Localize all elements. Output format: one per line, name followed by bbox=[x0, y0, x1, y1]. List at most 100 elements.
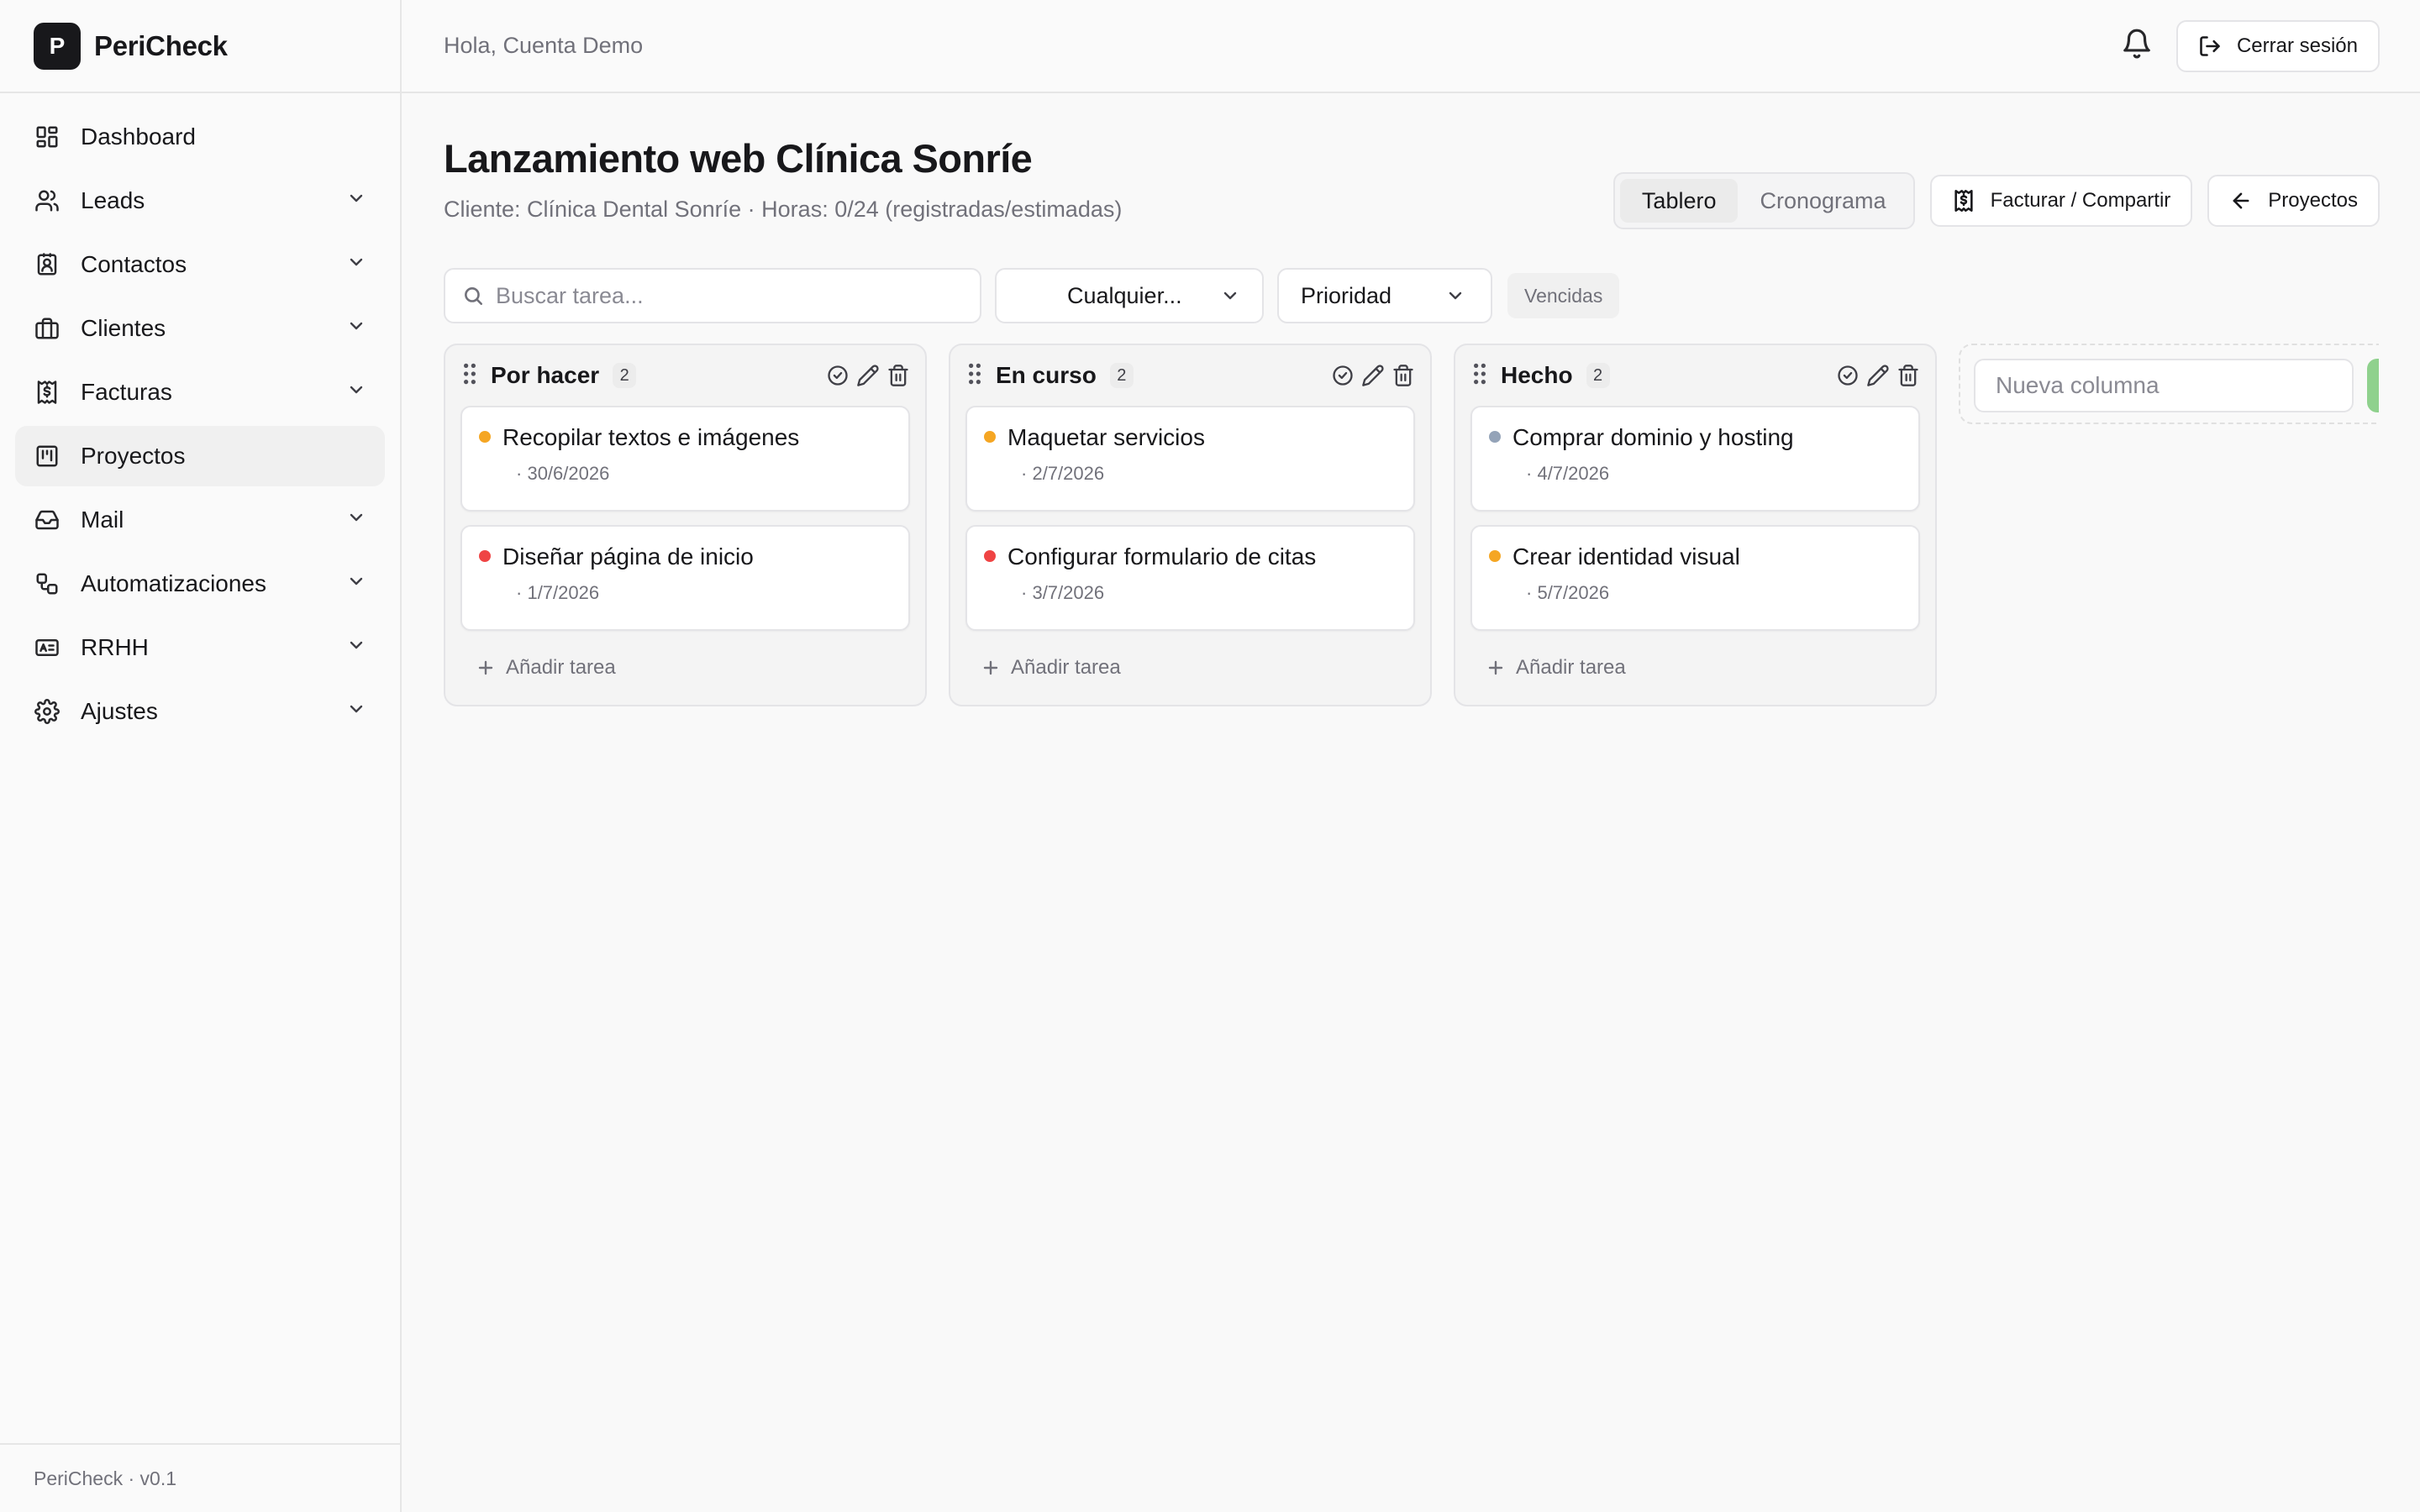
chevron-down-icon[interactable] bbox=[346, 507, 366, 533]
column-header: Hecho 2 bbox=[1470, 360, 1920, 391]
priority-dot bbox=[984, 431, 996, 443]
trash-icon[interactable] bbox=[1897, 364, 1920, 387]
chevron-down-icon[interactable] bbox=[346, 634, 366, 661]
view-toggle: Tablero Cronograma bbox=[1612, 172, 1915, 229]
task-card[interactable]: Diseñar página de inicio 1/7/2026 bbox=[460, 525, 910, 631]
drag-handle-icon[interactable] bbox=[460, 362, 479, 390]
new-column-form bbox=[1959, 344, 2379, 424]
kanban-column: En curso 2 Maquetar servicios 2/7/2026 C… bbox=[949, 344, 1432, 706]
column-header: Por hacer 2 bbox=[460, 360, 910, 391]
sidebar-item-leads[interactable]: Leads bbox=[15, 171, 385, 231]
project-subtitle: Cliente: Clínica Dental Sonríe · Horas: … bbox=[444, 197, 1123, 222]
column-header: En curso 2 bbox=[965, 360, 1415, 391]
logout-label: Cerrar sesión bbox=[2236, 34, 2358, 57]
invoice-icon bbox=[34, 379, 60, 406]
chevron-down-icon[interactable] bbox=[346, 698, 366, 725]
task-card[interactable]: Crear identidad visual 5/7/2026 bbox=[1470, 525, 1920, 631]
plus-icon bbox=[983, 660, 998, 675]
sidebar-item-proyectos[interactable]: Proyectos bbox=[15, 426, 385, 486]
check-circle-icon[interactable] bbox=[1836, 364, 1860, 387]
assignee-select[interactable]: Cualquier... bbox=[995, 268, 1264, 323]
sidebar-item-label: Ajustes bbox=[81, 698, 158, 724]
task-due-date: 30/6/2026 bbox=[516, 463, 892, 485]
plus-icon bbox=[1488, 660, 1503, 675]
task-card[interactable]: Maquetar servicios 2/7/2026 bbox=[965, 406, 1415, 512]
priority-select[interactable]: Prioridad bbox=[1277, 268, 1492, 323]
check-circle-icon[interactable] bbox=[1331, 364, 1355, 387]
header-actions: Tablero Cronograma Facturar / Compartir … bbox=[1612, 172, 2380, 229]
new-column-input[interactable] bbox=[1974, 359, 2354, 412]
users-icon bbox=[34, 187, 60, 214]
gear-icon bbox=[34, 698, 60, 725]
chevron-down-icon[interactable] bbox=[346, 379, 366, 406]
task-due-date: 1/7/2026 bbox=[516, 582, 892, 604]
sidebar-item-dashboard[interactable]: Dashboard bbox=[15, 107, 385, 167]
sidebar-item-label: Automatizaciones bbox=[81, 570, 267, 596]
sidebar-item-label: Mail bbox=[81, 507, 124, 533]
brand-logo: P bbox=[34, 22, 81, 70]
tab-cronograma[interactable]: Cronograma bbox=[1738, 179, 1907, 223]
drag-handle-icon[interactable] bbox=[965, 362, 984, 390]
bell-icon[interactable] bbox=[2121, 28, 2153, 64]
check-circle-icon[interactable] bbox=[826, 364, 850, 387]
task-due-date: 2/7/2026 bbox=[1021, 463, 1397, 485]
priority-dot bbox=[1489, 550, 1501, 562]
brand[interactable]: P PeriCheck bbox=[0, 0, 400, 93]
add-task-label: Añadir tarea bbox=[1516, 656, 1626, 679]
search-box[interactable] bbox=[444, 268, 981, 323]
add-task-button[interactable]: Añadir tarea bbox=[1470, 644, 1920, 691]
chevron-down-icon bbox=[1223, 291, 1237, 300]
main-content: Lanzamiento web Clínica Sonríe Cliente: … bbox=[402, 93, 2420, 1512]
contact-card-icon bbox=[34, 251, 60, 278]
add-column-button[interactable] bbox=[2367, 359, 2379, 412]
task-title: Configurar formulario de citas bbox=[1007, 543, 1317, 570]
pencil-icon[interactable] bbox=[1866, 364, 1890, 387]
sidebar-item-clientes[interactable]: Clientes bbox=[15, 298, 385, 359]
column-title: Hecho bbox=[1501, 362, 1573, 388]
overdue-filter-toggle[interactable]: Vencidas bbox=[1507, 273, 1620, 318]
add-task-button[interactable]: Añadir tarea bbox=[965, 644, 1415, 691]
add-task-button[interactable]: Añadir tarea bbox=[460, 644, 910, 691]
sidebar-item-mail[interactable]: Mail bbox=[15, 490, 385, 550]
kanban-column: Por hacer 2 Recopilar textos e imágenes … bbox=[444, 344, 927, 706]
search-input[interactable] bbox=[496, 282, 966, 309]
filters-bar: Cualquier... Prioridad Vencidas bbox=[444, 268, 1620, 323]
chevron-down-icon[interactable] bbox=[346, 570, 366, 597]
trash-icon[interactable] bbox=[886, 364, 910, 387]
id-card-icon bbox=[34, 634, 60, 661]
pencil-icon[interactable] bbox=[856, 364, 880, 387]
task-card[interactable]: Configurar formulario de citas 3/7/2026 bbox=[965, 525, 1415, 631]
trash-icon[interactable] bbox=[1392, 364, 1415, 387]
sidebar-item-label: Leads bbox=[81, 187, 145, 213]
task-card[interactable]: Comprar dominio y hosting 4/7/2026 bbox=[1470, 406, 1920, 512]
task-due-date: 4/7/2026 bbox=[1526, 463, 1902, 485]
column-tools bbox=[826, 364, 910, 387]
arrow-left-icon bbox=[2233, 192, 2249, 209]
invoice-share-label: Facturar / Compartir bbox=[1990, 189, 2171, 212]
column-tools bbox=[1836, 364, 1920, 387]
task-card[interactable]: Recopilar textos e imágenes 30/6/2026 bbox=[460, 406, 910, 512]
sidebar-item-rrhh[interactable]: RRHH bbox=[15, 617, 385, 678]
invoice-share-button[interactable]: Facturar / Compartir bbox=[1929, 175, 2193, 227]
sidebar-item-automatizaciones[interactable]: Automatizaciones bbox=[15, 554, 385, 614]
pencil-icon[interactable] bbox=[1361, 364, 1385, 387]
chevron-down-icon[interactable] bbox=[346, 315, 366, 342]
task-title: Crear identidad visual bbox=[1512, 543, 1740, 570]
tab-tablero[interactable]: Tablero bbox=[1619, 179, 1739, 223]
chevron-down-icon bbox=[1449, 291, 1462, 300]
sidebar-item-contactos[interactable]: Contactos bbox=[15, 234, 385, 295]
back-projects-button[interactable]: Proyectos bbox=[2207, 175, 2380, 227]
add-task-label: Añadir tarea bbox=[1011, 656, 1121, 679]
task-due-date: 3/7/2026 bbox=[1021, 582, 1397, 604]
sidebar-item-label: Contactos bbox=[81, 251, 187, 277]
chevron-down-icon[interactable] bbox=[346, 251, 366, 278]
drag-handle-icon[interactable] bbox=[1470, 362, 1489, 390]
sidebar-item-ajustes[interactable]: Ajustes bbox=[15, 681, 385, 742]
sidebar-item-label: Facturas bbox=[81, 379, 172, 405]
chevron-down-icon[interactable] bbox=[346, 187, 366, 214]
logout-button[interactable]: Cerrar sesión bbox=[2175, 19, 2380, 72]
kanban-column: Hecho 2 Comprar dominio y hosting 4/7/20… bbox=[1454, 344, 1937, 706]
sidebar-item-facturas[interactable]: Facturas bbox=[15, 362, 385, 423]
briefcase-icon bbox=[34, 315, 60, 342]
workflow-icon bbox=[34, 570, 60, 597]
